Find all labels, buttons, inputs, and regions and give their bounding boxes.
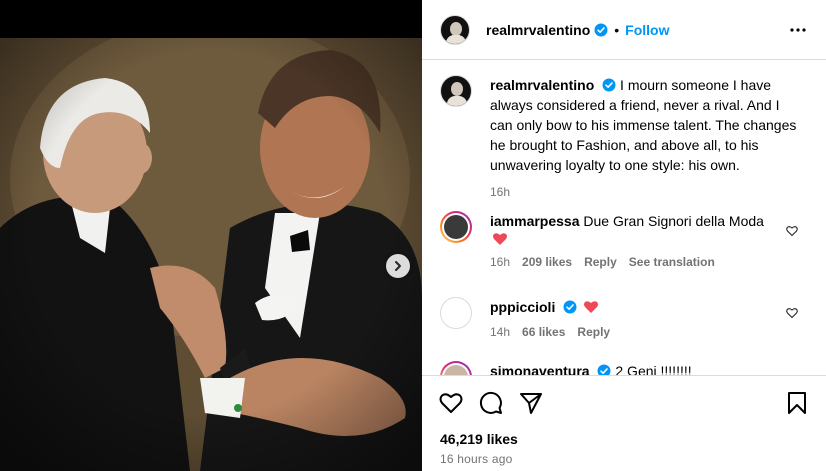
commenter-avatar[interactable] [440, 211, 472, 243]
comment-like-icon[interactable] [786, 225, 798, 237]
verified-badge-icon [563, 300, 577, 314]
comment-likes[interactable]: 66 likes [522, 325, 565, 339]
author-username[interactable]: realmrvalentino [486, 22, 590, 38]
commenter-username[interactable]: iammarpessa [490, 213, 580, 229]
verified-badge-icon [602, 78, 616, 92]
caption-avatar[interactable] [440, 75, 472, 107]
photo-illustration [0, 38, 422, 471]
verified-badge-icon [597, 364, 611, 375]
comments-list[interactable]: realmrvalentino I mourn someone I have a… [422, 61, 826, 375]
bookmark-icon[interactable] [784, 390, 810, 416]
heart-outline-icon[interactable] [438, 390, 464, 416]
see-translation-button[interactable]: See translation [629, 255, 715, 269]
author-avatar[interactable] [440, 14, 470, 45]
comment-likes[interactable]: 209 likes [522, 255, 572, 269]
comment-bubble-icon[interactable] [478, 390, 504, 416]
header-separator: • [614, 21, 620, 38]
comment-item: iammarpessa Due Gran Signori della Moda … [440, 211, 810, 269]
caption-time[interactable]: 16h [490, 185, 510, 199]
comment-time[interactable]: 16h [490, 255, 510, 269]
comment-item: simonaventura 2 Geni !!!!!!!! [440, 361, 810, 375]
verified-badge-icon [594, 23, 608, 36]
post-timestamp[interactable]: 16 hours ago [440, 452, 512, 466]
caption: realmrvalentino I mourn someone I have a… [440, 75, 810, 199]
comment-text: Due Gran Signori della Moda [583, 213, 764, 229]
commenter-avatar[interactable] [440, 297, 472, 329]
red-heart-emoji-icon [584, 301, 599, 313]
more-options-icon[interactable] [788, 22, 808, 38]
reply-button[interactable]: Reply [577, 325, 610, 339]
follow-button[interactable]: Follow [625, 22, 669, 38]
instagram-post: realmrvalentino • Follow realmrvalentino… [0, 0, 826, 471]
comment-like-icon[interactable] [786, 307, 798, 319]
caption-username[interactable]: realmrvalentino [490, 77, 594, 93]
paper-plane-icon[interactable] [518, 390, 544, 416]
comment-time[interactable]: 14h [490, 325, 510, 339]
post-photo [0, 38, 422, 471]
commenter-username[interactable]: pppiccioli [490, 299, 555, 315]
comment-text: 2 Geni !!!!!!!! [615, 363, 692, 375]
reply-button[interactable]: Reply [584, 255, 617, 269]
likes-count[interactable]: 46,219 likes [440, 431, 518, 447]
commenter-username[interactable]: simonaventura [490, 363, 590, 375]
post-actions: 46,219 likes 16 hours ago [422, 375, 826, 471]
post-side-panel: realmrvalentino • Follow realmrvalentino… [422, 0, 826, 471]
red-heart-emoji-icon [493, 233, 507, 245]
post-media [0, 0, 422, 471]
next-media-button[interactable] [386, 254, 410, 278]
comment-item: pppiccioli 14h 66 likes Reply [440, 297, 810, 339]
chevron-right-icon [395, 261, 401, 271]
commenter-avatar[interactable] [440, 361, 472, 375]
post-header: realmrvalentino • Follow [422, 0, 826, 60]
